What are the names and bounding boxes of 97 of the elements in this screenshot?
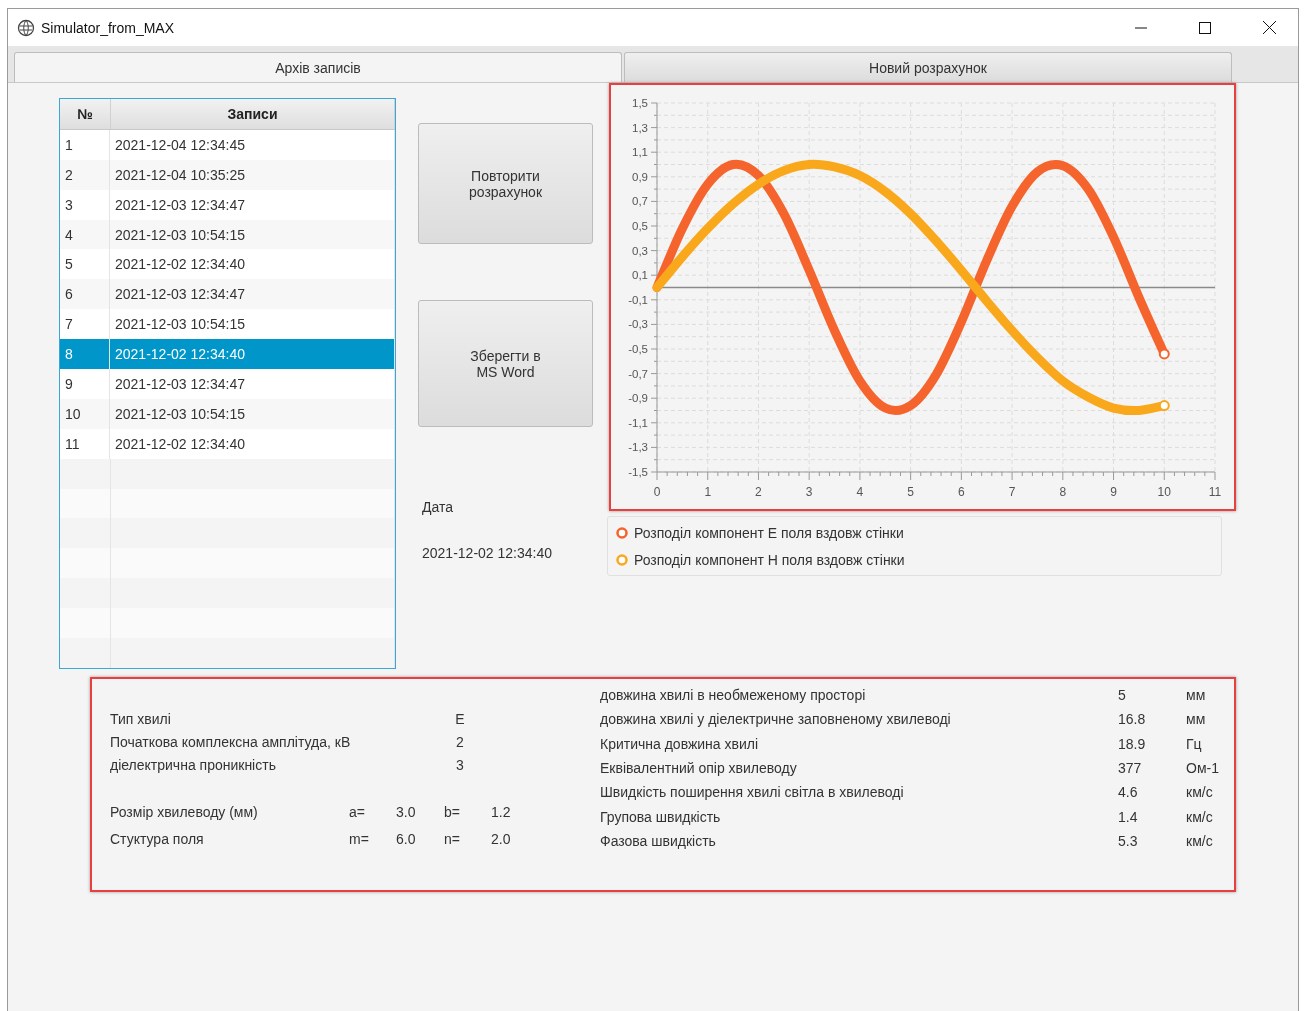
save-button[interactable]: Зберегти в MS Word xyxy=(418,300,593,427)
maximize-icon xyxy=(1199,21,1211,34)
x-tick-label: 0 xyxy=(653,485,661,499)
x-tick-label: 7 xyxy=(1008,485,1016,499)
table-row[interactable]: 3 2021-12-03 12:34:47 xyxy=(60,189,395,220)
dimension-value: 6.0 xyxy=(396,830,417,847)
tab[interactable]: Новий розрахунок xyxy=(624,52,1232,82)
y-tick-label: 0,5 xyxy=(632,220,648,232)
x-tick-label: 10 xyxy=(1157,485,1171,499)
table-row[interactable]: 7 2021-12-03 10:54:15 xyxy=(60,309,395,340)
dimension-value: 3.0 xyxy=(396,803,417,820)
result-value: 16.8 xyxy=(1118,711,1147,728)
legend-label: Розподіл компонент Е поля вздовж стінки xyxy=(634,524,904,541)
x-tick-label: 2 xyxy=(755,485,762,499)
table-cell: 3 xyxy=(60,189,110,220)
result-value: 377 xyxy=(1118,760,1143,777)
result-unit: мм xyxy=(1186,711,1206,728)
x-tick-label: 3 xyxy=(805,485,813,499)
table-row[interactable]: 5 2021-12-02 12:34:40 xyxy=(60,249,395,280)
globe-icon xyxy=(17,18,35,37)
close-icon xyxy=(1262,21,1276,34)
dimension-label: m= xyxy=(349,830,370,847)
table-cell: 2021-12-04 12:34:45 xyxy=(110,129,395,160)
y-tick-label: -1,5 xyxy=(628,466,648,478)
x-tick-label: 6 xyxy=(958,485,965,499)
y-tick-label: 0,9 xyxy=(632,170,648,183)
result-value: 5.3 xyxy=(1118,832,1139,849)
y-tick-label: 1,5 xyxy=(632,97,648,109)
parameter-value: E xyxy=(454,710,466,727)
dimension-label: b= xyxy=(444,803,461,820)
dimension-label: a= xyxy=(349,803,366,820)
y-tick-label: 0,7 xyxy=(632,195,648,208)
parameter-label: Стуктура поля xyxy=(110,830,205,847)
y-tick-label: -1,1 xyxy=(628,416,648,429)
result-unit: Ом-1 xyxy=(1186,760,1219,777)
x-tick-label: 5 xyxy=(907,485,914,499)
table-cell: 2021-12-02 12:34:40 xyxy=(110,428,395,459)
date-label: Дата xyxy=(422,499,454,515)
result-unit: км/с xyxy=(1186,832,1213,849)
y-tick-label: -0,3 xyxy=(628,318,648,331)
result-unit: км/с xyxy=(1186,808,1213,825)
table-cell: 2 xyxy=(60,159,110,190)
dimension-value: 1.2 xyxy=(491,803,512,820)
parameter-label: Початкова комплексна амплітуда, кВ xyxy=(110,733,352,750)
table-cell: 2021-12-04 10:35:25 xyxy=(110,159,395,190)
result-value: 18.9 xyxy=(1118,735,1147,752)
x-tick-label: 8 xyxy=(1059,485,1067,499)
table-row[interactable]: 1 2021-12-04 12:34:45 xyxy=(60,129,395,160)
result-label: Еквівалентний опір хвилеводу xyxy=(600,760,798,777)
result-value: 5 xyxy=(1118,687,1127,704)
window-title: Simulator_from_MAX xyxy=(41,19,176,36)
table-cell: 2021-12-03 12:34:47 xyxy=(110,369,395,399)
column-header[interactable]: № xyxy=(60,99,111,129)
legend-label: Розподіл компонент Н поля вздовж стінки xyxy=(634,551,905,568)
result-value: 4.6 xyxy=(1118,784,1139,801)
y-tick-label: -0,1 xyxy=(628,293,648,306)
x-tick-label: 11 xyxy=(1208,485,1222,499)
tab[interactable]: Архів записів xyxy=(14,52,622,82)
x-tick-label: 4 xyxy=(856,485,864,499)
result-label: Групова швидкість xyxy=(600,808,722,825)
dimension-label: n= xyxy=(444,830,461,847)
y-tick-label: 1,3 xyxy=(632,121,648,134)
y-tick-label: 0,1 xyxy=(632,269,648,282)
repeat-button[interactable]: Повторити розрахунок xyxy=(418,123,593,244)
y-tick-label: -1,3 xyxy=(628,441,648,454)
date-value: 2021-12-02 12:34:40 xyxy=(422,545,553,561)
y-tick-label: -0,5 xyxy=(628,343,648,355)
table-row[interactable]: 11 2021-12-02 12:34:40 xyxy=(60,428,395,459)
x-tick-label: 1 xyxy=(704,485,712,499)
table-cell: 11 xyxy=(60,428,110,459)
parameter-label: Тип хвилі xyxy=(110,710,172,727)
result-unit: Гц xyxy=(1186,735,1202,752)
y-tick-label: -0,9 xyxy=(628,392,648,405)
table-cell: 1 xyxy=(60,129,110,160)
dimension-value: 2.0 xyxy=(491,830,512,847)
y-tick-label: -0,7 xyxy=(628,367,648,380)
result-label: довжина хвилі у діелектричне заповненому хвилеводі xyxy=(600,711,952,728)
table-row[interactable]: 9 2021-12-03 12:34:47 xyxy=(60,369,395,399)
parameter-value: 3 xyxy=(455,756,465,773)
column-header[interactable]: Записи xyxy=(111,99,395,129)
parameter-label: діелектрична проникність xyxy=(110,756,277,773)
parameter-value: 2 xyxy=(455,733,465,750)
result-label: Критична довжина хвилі xyxy=(600,735,760,752)
table-cell: 2021-12-03 12:34:47 xyxy=(110,189,395,220)
result-unit: мм xyxy=(1186,687,1206,704)
result-value: 1.4 xyxy=(1118,808,1139,825)
y-tick-label: 1,1 xyxy=(632,146,648,159)
result-label: Фазова швидкість xyxy=(600,832,717,849)
parameter-label: Розмір хвилеводу (мм) xyxy=(110,803,259,820)
x-tick-label: 9 xyxy=(1110,485,1117,499)
result-label: довжина хвилі в необмеженому просторі xyxy=(600,687,867,704)
result-label: Швидкість поширення хвилі світла в хвилеводі xyxy=(600,784,905,801)
table-cell: 9 xyxy=(60,369,110,399)
result-unit: км/с xyxy=(1186,784,1213,801)
table-cell: 10 xyxy=(60,398,110,429)
table-cell: 2021-12-03 10:54:15 xyxy=(110,398,395,429)
y-tick-label: 0,3 xyxy=(632,244,648,257)
